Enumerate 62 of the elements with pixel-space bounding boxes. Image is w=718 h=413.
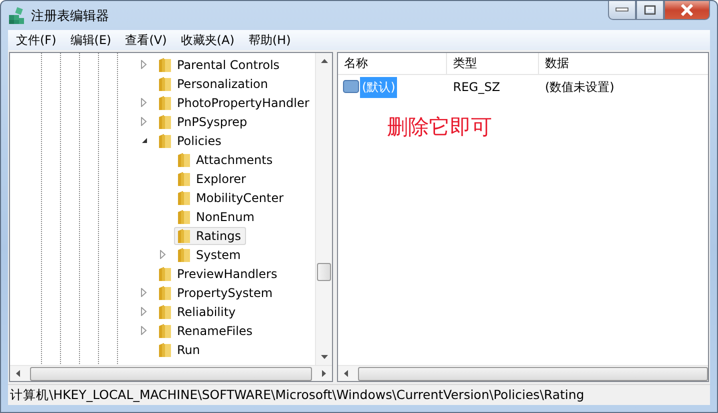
folder-icon	[158, 266, 172, 282]
column-header[interactable]: 类型	[447, 53, 539, 74]
folder-icon	[158, 56, 172, 72]
menu-item[interactable]: 帮助(H)	[242, 32, 297, 48]
string-value-icon	[343, 80, 359, 94]
menu-item[interactable]: 查看(V)	[119, 32, 173, 48]
window-title: 注册表编辑器	[31, 8, 109, 24]
tree-item[interactable]: Attachments	[174, 150, 278, 168]
minimize-button[interactable]	[608, 1, 636, 20]
tree-item[interactable]: RenameFiles	[155, 322, 258, 340]
cubes-icon	[8, 6, 26, 24]
scroll-right-icon[interactable]	[322, 370, 326, 377]
tree-item[interactable]: NonEnum	[174, 208, 260, 226]
close-button[interactable]	[664, 1, 710, 20]
tree-item[interactable]: Personalization	[155, 74, 273, 92]
folder-icon	[158, 76, 172, 92]
column-header[interactable]: 数据	[539, 53, 708, 74]
horizontal-scrollbar[interactable]	[338, 365, 708, 381]
scroll-left-icon[interactable]	[16, 370, 20, 377]
tree-item[interactable]: Ratings	[174, 226, 246, 244]
table-cell-text: REG_SZ	[452, 80, 502, 94]
menu-item[interactable]: 收藏夹(A)	[174, 32, 240, 48]
maximize-icon	[644, 5, 656, 15]
folder-icon	[158, 322, 172, 338]
tree-item[interactable]: MobilityCenter	[174, 188, 289, 206]
tree-item[interactable]: PnPSysprep	[155, 112, 252, 130]
tree-item[interactable]: Parental Controls	[155, 56, 285, 74]
annotation-text: 删除它即可	[387, 114, 493, 141]
tree-item[interactable]: PropertySystem	[155, 284, 278, 302]
menu-item[interactable]: 编辑(E)	[64, 32, 118, 48]
folder-icon	[177, 152, 191, 168]
tree-item[interactable]: Policies	[155, 132, 226, 150]
folder-icon	[158, 342, 172, 358]
scroll-left-icon[interactable]	[344, 370, 348, 377]
tree-item[interactable]: PreviewHandlers	[155, 264, 282, 282]
folder-icon	[158, 284, 172, 300]
vertical-scrollbar[interactable]	[315, 53, 332, 365]
tree-item[interactable]: Run	[155, 340, 206, 358]
folder-icon	[158, 132, 172, 148]
menu-item[interactable]: 文件(F)	[10, 32, 62, 48]
tree-item[interactable]: Reliability	[155, 302, 241, 320]
scrollbar-thumb[interactable]	[317, 263, 331, 281]
table-cell-text: (数值未设置)	[544, 78, 616, 96]
folder-icon	[158, 304, 172, 320]
folder-icon	[177, 190, 191, 206]
folder-icon	[177, 170, 191, 186]
maximize-button[interactable]	[636, 1, 664, 20]
tree-item[interactable]: System	[174, 246, 246, 264]
tree-item[interactable]: PhotoPropertyHandler	[155, 94, 314, 112]
folder-icon	[158, 94, 172, 110]
scroll-up-icon[interactable]	[320, 59, 328, 63]
column-header[interactable]: 名称	[338, 53, 447, 74]
scroll-down-icon[interactable]	[320, 355, 328, 359]
close-icon	[680, 4, 694, 16]
folder-icon	[177, 246, 191, 262]
minimize-icon	[615, 7, 629, 13]
folder-icon	[177, 208, 191, 224]
tree-item[interactable]: Explorer	[174, 170, 251, 188]
status-path: 计算机\HKEY_LOCAL_MACHINE\SOFTWARE\Microsoft\Windows\CurrentVersion\Policies\Rating	[10, 386, 584, 404]
folder-icon	[158, 114, 172, 130]
folder-icon	[177, 228, 191, 244]
horizontal-scrollbar[interactable]	[10, 365, 332, 381]
